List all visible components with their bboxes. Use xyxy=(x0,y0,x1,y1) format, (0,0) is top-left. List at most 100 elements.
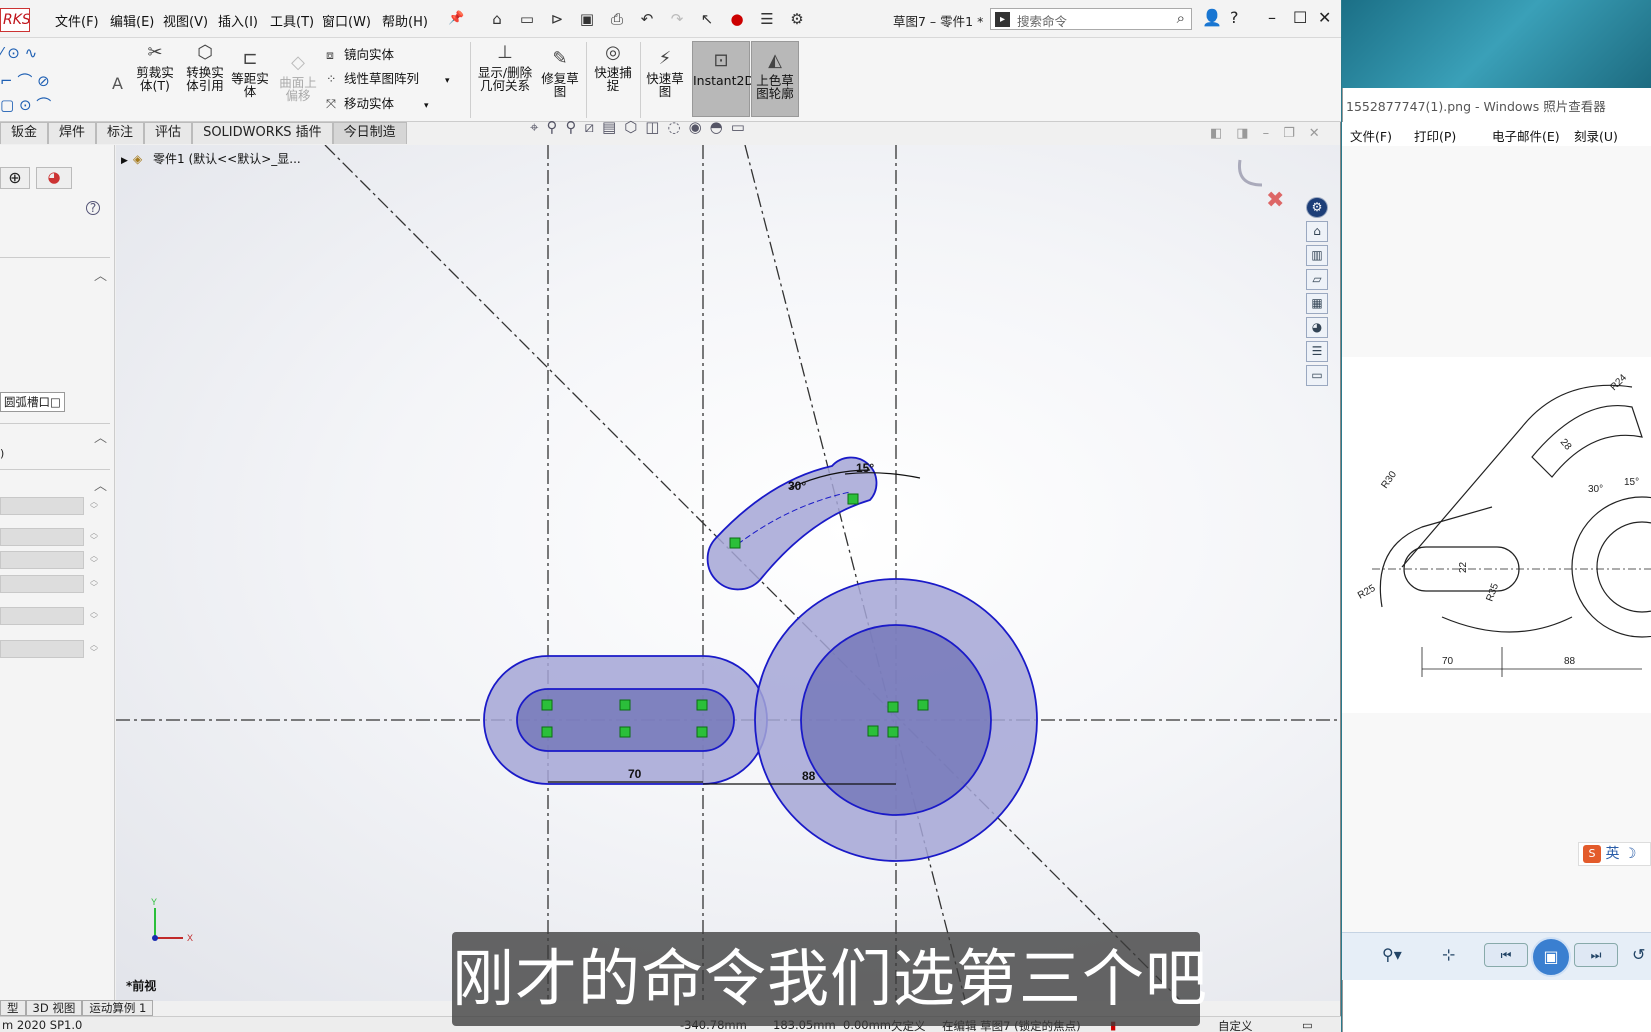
rotate-icon[interactable]: ↺ xyxy=(1632,945,1645,964)
solidworks-resources-icon[interactable]: ⚙ xyxy=(1306,197,1328,218)
parameter-field[interactable] xyxy=(0,640,84,658)
solidworks-logo[interactable]: RKS xyxy=(0,8,30,32)
spinner-icon[interactable]: ︿ ﹀ xyxy=(90,498,98,514)
redo-icon[interactable]: ↷ xyxy=(666,8,688,30)
graphics-area[interactable]: 70 88 30° 15° Y X ✖ xyxy=(116,145,1340,1001)
design-library-icon[interactable]: ▥ xyxy=(1306,245,1328,266)
shaded-sketch-contours-button[interactable]: ◭ 上色草 图轮廓 xyxy=(751,41,799,117)
menu-edit[interactable]: 编辑(E) xyxy=(110,11,154,30)
file-explorer-icon[interactable]: ▱ xyxy=(1306,269,1328,290)
help-icon[interactable]: ? xyxy=(1230,8,1239,27)
instant2d-button[interactable]: ⊡ Instant2D xyxy=(692,41,754,117)
menu-file[interactable]: 文件(F) xyxy=(55,11,99,30)
collapse-chevron-icon[interactable]: ︿ xyxy=(94,427,107,446)
parameter-field[interactable] xyxy=(0,551,84,569)
home-icon[interactable]: ⌂ xyxy=(486,8,508,30)
offset-entities-button[interactable]: ⊏ 等距实 体 xyxy=(228,48,272,98)
spinner-icon[interactable]: ︿ ﹀ xyxy=(90,576,98,592)
ime-indicator[interactable]: S 英 ☽ xyxy=(1578,842,1651,866)
parameter-field[interactable] xyxy=(0,497,84,515)
view-settings-icon[interactable]: ▭ xyxy=(731,118,745,136)
pv-menu-email[interactable]: 电子邮件(E) xyxy=(1492,126,1560,145)
viewport-close-icon[interactable]: ✕ xyxy=(1309,126,1320,141)
viewport-restore-icon[interactable]: ◧ xyxy=(1210,126,1222,141)
mirror-entities-button[interactable]: ⧈ 镜向实体 xyxy=(326,44,394,63)
tab-motion-study[interactable]: 运动算例 1 xyxy=(82,1000,154,1016)
spinner-icon[interactable]: ︿ ﹀ xyxy=(90,641,98,657)
expand-arrow-icon[interactable]: ▶ xyxy=(121,156,133,166)
pv-menu-print[interactable]: 打印(P) xyxy=(1414,126,1456,145)
collapse-chevron-icon[interactable]: ︿ xyxy=(94,475,107,494)
pv-menu-file[interactable]: 文件(F) xyxy=(1350,126,1392,145)
quick-snaps-button[interactable]: ◎ 快速捕 捉 xyxy=(590,42,636,92)
dimension-30-deg[interactable]: 30° xyxy=(788,479,806,493)
status-options-icon[interactable]: ▭ xyxy=(1302,1018,1313,1032)
spinner-icon[interactable]: ︿ ﹀ xyxy=(90,608,98,624)
edit-appearance-icon[interactable]: ◉ xyxy=(689,118,702,136)
tab-sheet-metal[interactable]: 钣金 xyxy=(0,122,49,144)
feature-tree-flyout[interactable]: ▶ ◈ 零件1 (默认<<默认>_显... xyxy=(121,150,301,167)
select-arrow-icon[interactable]: ↖ xyxy=(696,8,718,30)
trim-entities-button[interactable]: ✂ 剪裁实 体(T) xyxy=(130,42,180,92)
menu-help[interactable]: 帮助(H) xyxy=(382,11,428,30)
menu-tools[interactable]: 工具(T) xyxy=(270,11,314,30)
pv-menu-burn[interactable]: 刻录(U) xyxy=(1574,126,1618,145)
search-commands-input[interactable]: ▸ 搜索命令 ⌕ xyxy=(990,8,1192,30)
search-icon[interactable]: ⌕ xyxy=(1177,9,1185,27)
tab-model[interactable]: 型 xyxy=(0,1000,26,1016)
print-icon[interactable]: ⎙ xyxy=(606,8,628,30)
menu-view[interactable]: 视图(V) xyxy=(163,11,208,30)
home-icon[interactable]: ⌂ xyxy=(1306,221,1328,242)
view-orientation-icon[interactable]: ⬡ xyxy=(624,118,637,136)
dimension-88[interactable]: 88 xyxy=(802,769,816,783)
minimize-icon[interactable]: – xyxy=(1268,8,1276,27)
tab-3d-views[interactable]: 3D 视图 xyxy=(25,1000,83,1016)
dimension-15-deg[interactable]: 15° xyxy=(856,461,874,475)
scene-icon[interactable]: ◓ xyxy=(710,118,723,136)
save-icon[interactable]: ▣ xyxy=(576,8,598,30)
viewport-minimize-icon[interactable]: – xyxy=(1263,126,1270,141)
forum-icon[interactable]: ▭ xyxy=(1306,365,1328,386)
zoom-icon[interactable]: ⚲▾ xyxy=(1382,945,1402,964)
section-view-icon[interactable]: ⧄ xyxy=(584,118,594,136)
custom-properties-icon[interactable]: ☰ xyxy=(1306,341,1328,362)
linear-sketch-pattern-button[interactable]: ⁘ 线性草图阵列 ▾ xyxy=(326,68,450,87)
appearance-tab[interactable]: ◕ xyxy=(36,167,72,189)
zoom-to-area-icon[interactable]: ⚲ xyxy=(546,118,557,136)
previous-view-icon[interactable]: ⚲ xyxy=(565,118,576,136)
spinner-icon[interactable]: ︿ ﹀ xyxy=(90,529,98,545)
dimension-70[interactable]: 70 xyxy=(628,767,642,781)
hide-show-icon[interactable]: ◌ xyxy=(667,118,680,136)
previous-image-icon[interactable]: ⏮ xyxy=(1484,943,1528,967)
tab-manufacturing[interactable]: 今日制造 xyxy=(332,122,407,144)
repair-sketch-button[interactable]: ✎ 修复草 图 xyxy=(538,48,582,98)
configuration-manager-tab[interactable]: ⊕ xyxy=(0,167,30,189)
parameter-field[interactable] xyxy=(0,528,84,546)
rapid-sketch-button[interactable]: ⚡ 快速草 图 xyxy=(642,48,688,98)
parameter-field[interactable] xyxy=(0,575,84,593)
display-style-icon[interactable]: ◫ xyxy=(645,118,659,136)
slideshow-icon[interactable]: ▣ xyxy=(1531,937,1571,977)
text-tool-icon[interactable]: A xyxy=(112,74,123,93)
tab-solidworks-addins[interactable]: SOLIDWORKS 插件 xyxy=(192,122,333,144)
file-properties-icon[interactable]: ☰ xyxy=(756,8,778,30)
units-selector[interactable]: 自定义 xyxy=(1218,1018,1253,1032)
sketch-canvas[interactable]: 70 88 30° 15° Y X ✖ xyxy=(116,145,1340,1001)
appearances-icon[interactable]: ◕ xyxy=(1306,317,1328,338)
parameter-field[interactable] xyxy=(0,607,84,625)
viewport-maximize-icon[interactable]: ❐ xyxy=(1283,126,1295,141)
tab-weldments[interactable]: 焊件 xyxy=(48,122,97,144)
new-document-icon[interactable]: ▭ xyxy=(516,8,538,30)
spinner-icon[interactable]: ︿ ﹀ xyxy=(90,552,98,568)
dynamic-annotation-icon[interactable]: ▤ xyxy=(602,118,616,136)
next-image-icon[interactable]: ⏭ xyxy=(1574,943,1618,967)
menu-insert[interactable]: 插入(I) xyxy=(218,11,258,30)
display-delete-relations-button[interactable]: ⊥ 显示/删除 几何关系 xyxy=(474,42,536,92)
pin-icon[interactable]: 📌 xyxy=(448,11,464,26)
confirm-icon[interactable] xyxy=(1237,159,1263,187)
help-icon[interactable]: ? xyxy=(86,201,100,215)
move-entities-button[interactable]: ⤧ 移动实体 ▾ xyxy=(326,93,429,112)
actual-size-icon[interactable]: ⊹ xyxy=(1442,945,1455,964)
offset-on-surface-button[interactable]: ◇ 曲面上 偏移 xyxy=(276,52,320,102)
traffic-light-icon[interactable]: ● xyxy=(726,8,748,30)
